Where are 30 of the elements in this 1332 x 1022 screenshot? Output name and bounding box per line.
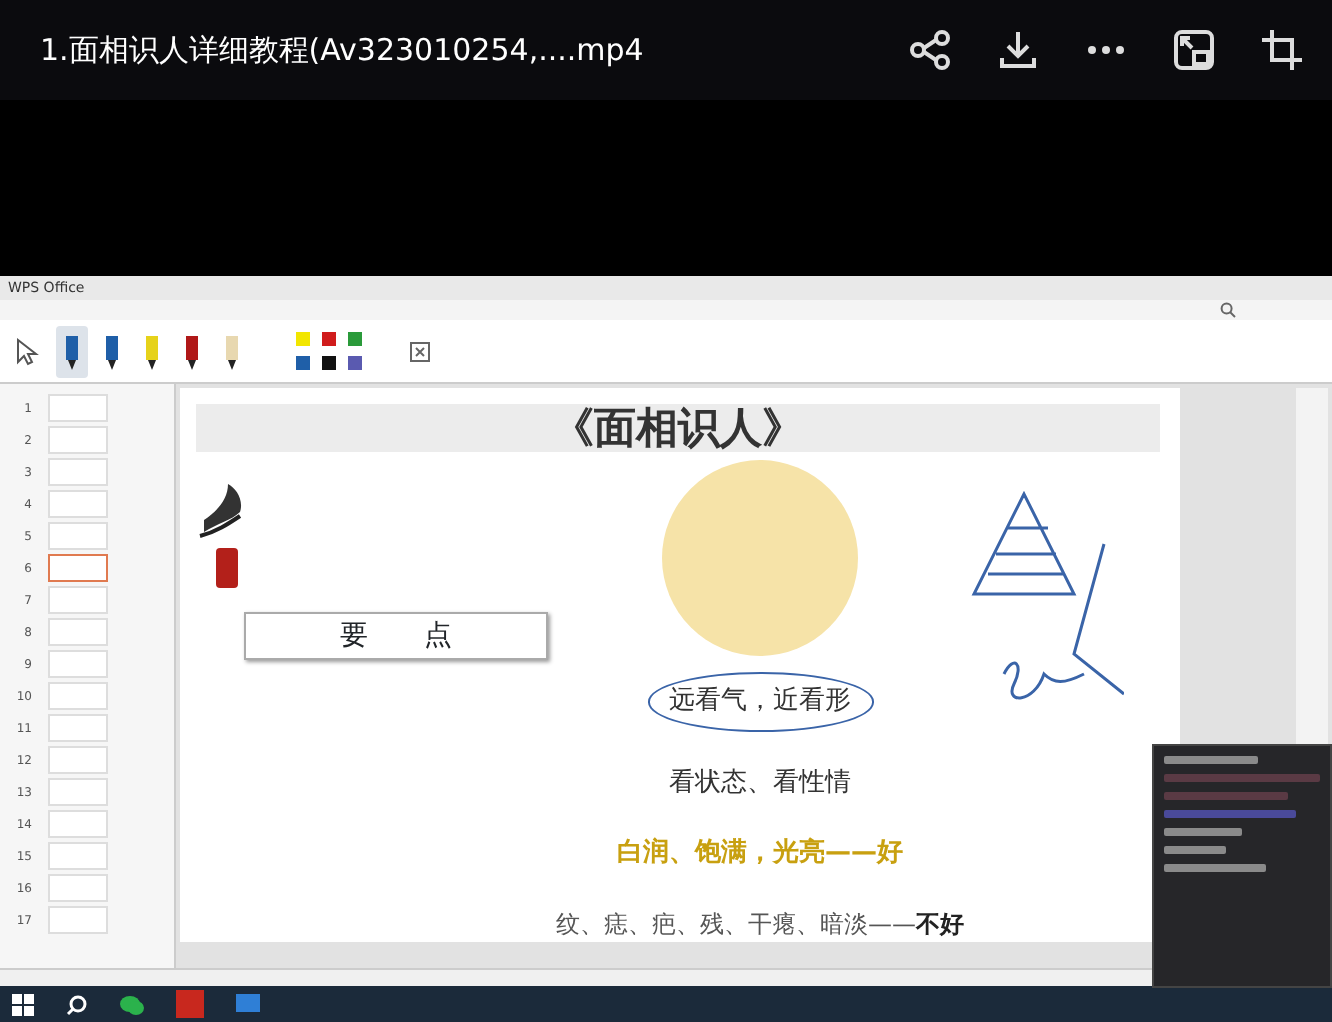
slide-title: 《面相识人》 <box>196 404 1160 452</box>
cursor-icon[interactable] <box>16 337 40 365</box>
pen-icon <box>184 331 200 371</box>
color-swatch[interactable] <box>296 332 310 346</box>
color-swatch[interactable] <box>322 356 336 370</box>
crop-icon[interactable] <box>1260 28 1304 72</box>
color-swatch[interactable] <box>296 356 310 370</box>
close-icon[interactable] <box>410 341 430 361</box>
color-swatch[interactable] <box>348 356 362 370</box>
office-app-icon[interactable] <box>176 990 204 1018</box>
picture-in-picture-icon[interactable] <box>1172 28 1216 72</box>
slide-text: 纹、痣、疤、残、干瘪、暗淡——不好 <box>556 907 964 941</box>
monitor-app-icon[interactable] <box>236 993 260 1015</box>
windows-start-icon[interactable] <box>12 993 34 1015</box>
pen-icon <box>104 331 120 371</box>
slide-thumbnail[interactable] <box>48 554 108 582</box>
share-icon[interactable] <box>908 28 952 72</box>
pen-icon <box>64 331 80 371</box>
pen-tool[interactable] <box>56 325 88 377</box>
slide-text: 远看气，近看形 <box>647 672 873 731</box>
pen-icon <box>224 331 240 371</box>
slide-text: 白润、饱满，光亮——好 <box>617 835 903 872</box>
color-swatch[interactable] <box>348 332 362 346</box>
video-title: 1.面相识人详细教程(Av323010254,....mp4 <box>40 29 644 72</box>
slide-text: 看状态、看性情 <box>669 765 851 801</box>
color-swatch[interactable] <box>322 332 336 346</box>
download-icon[interactable] <box>996 28 1040 72</box>
key-points-box: 要 点 <box>244 612 548 660</box>
pen-icon <box>144 331 160 371</box>
chat-app-icon[interactable] <box>120 993 144 1015</box>
